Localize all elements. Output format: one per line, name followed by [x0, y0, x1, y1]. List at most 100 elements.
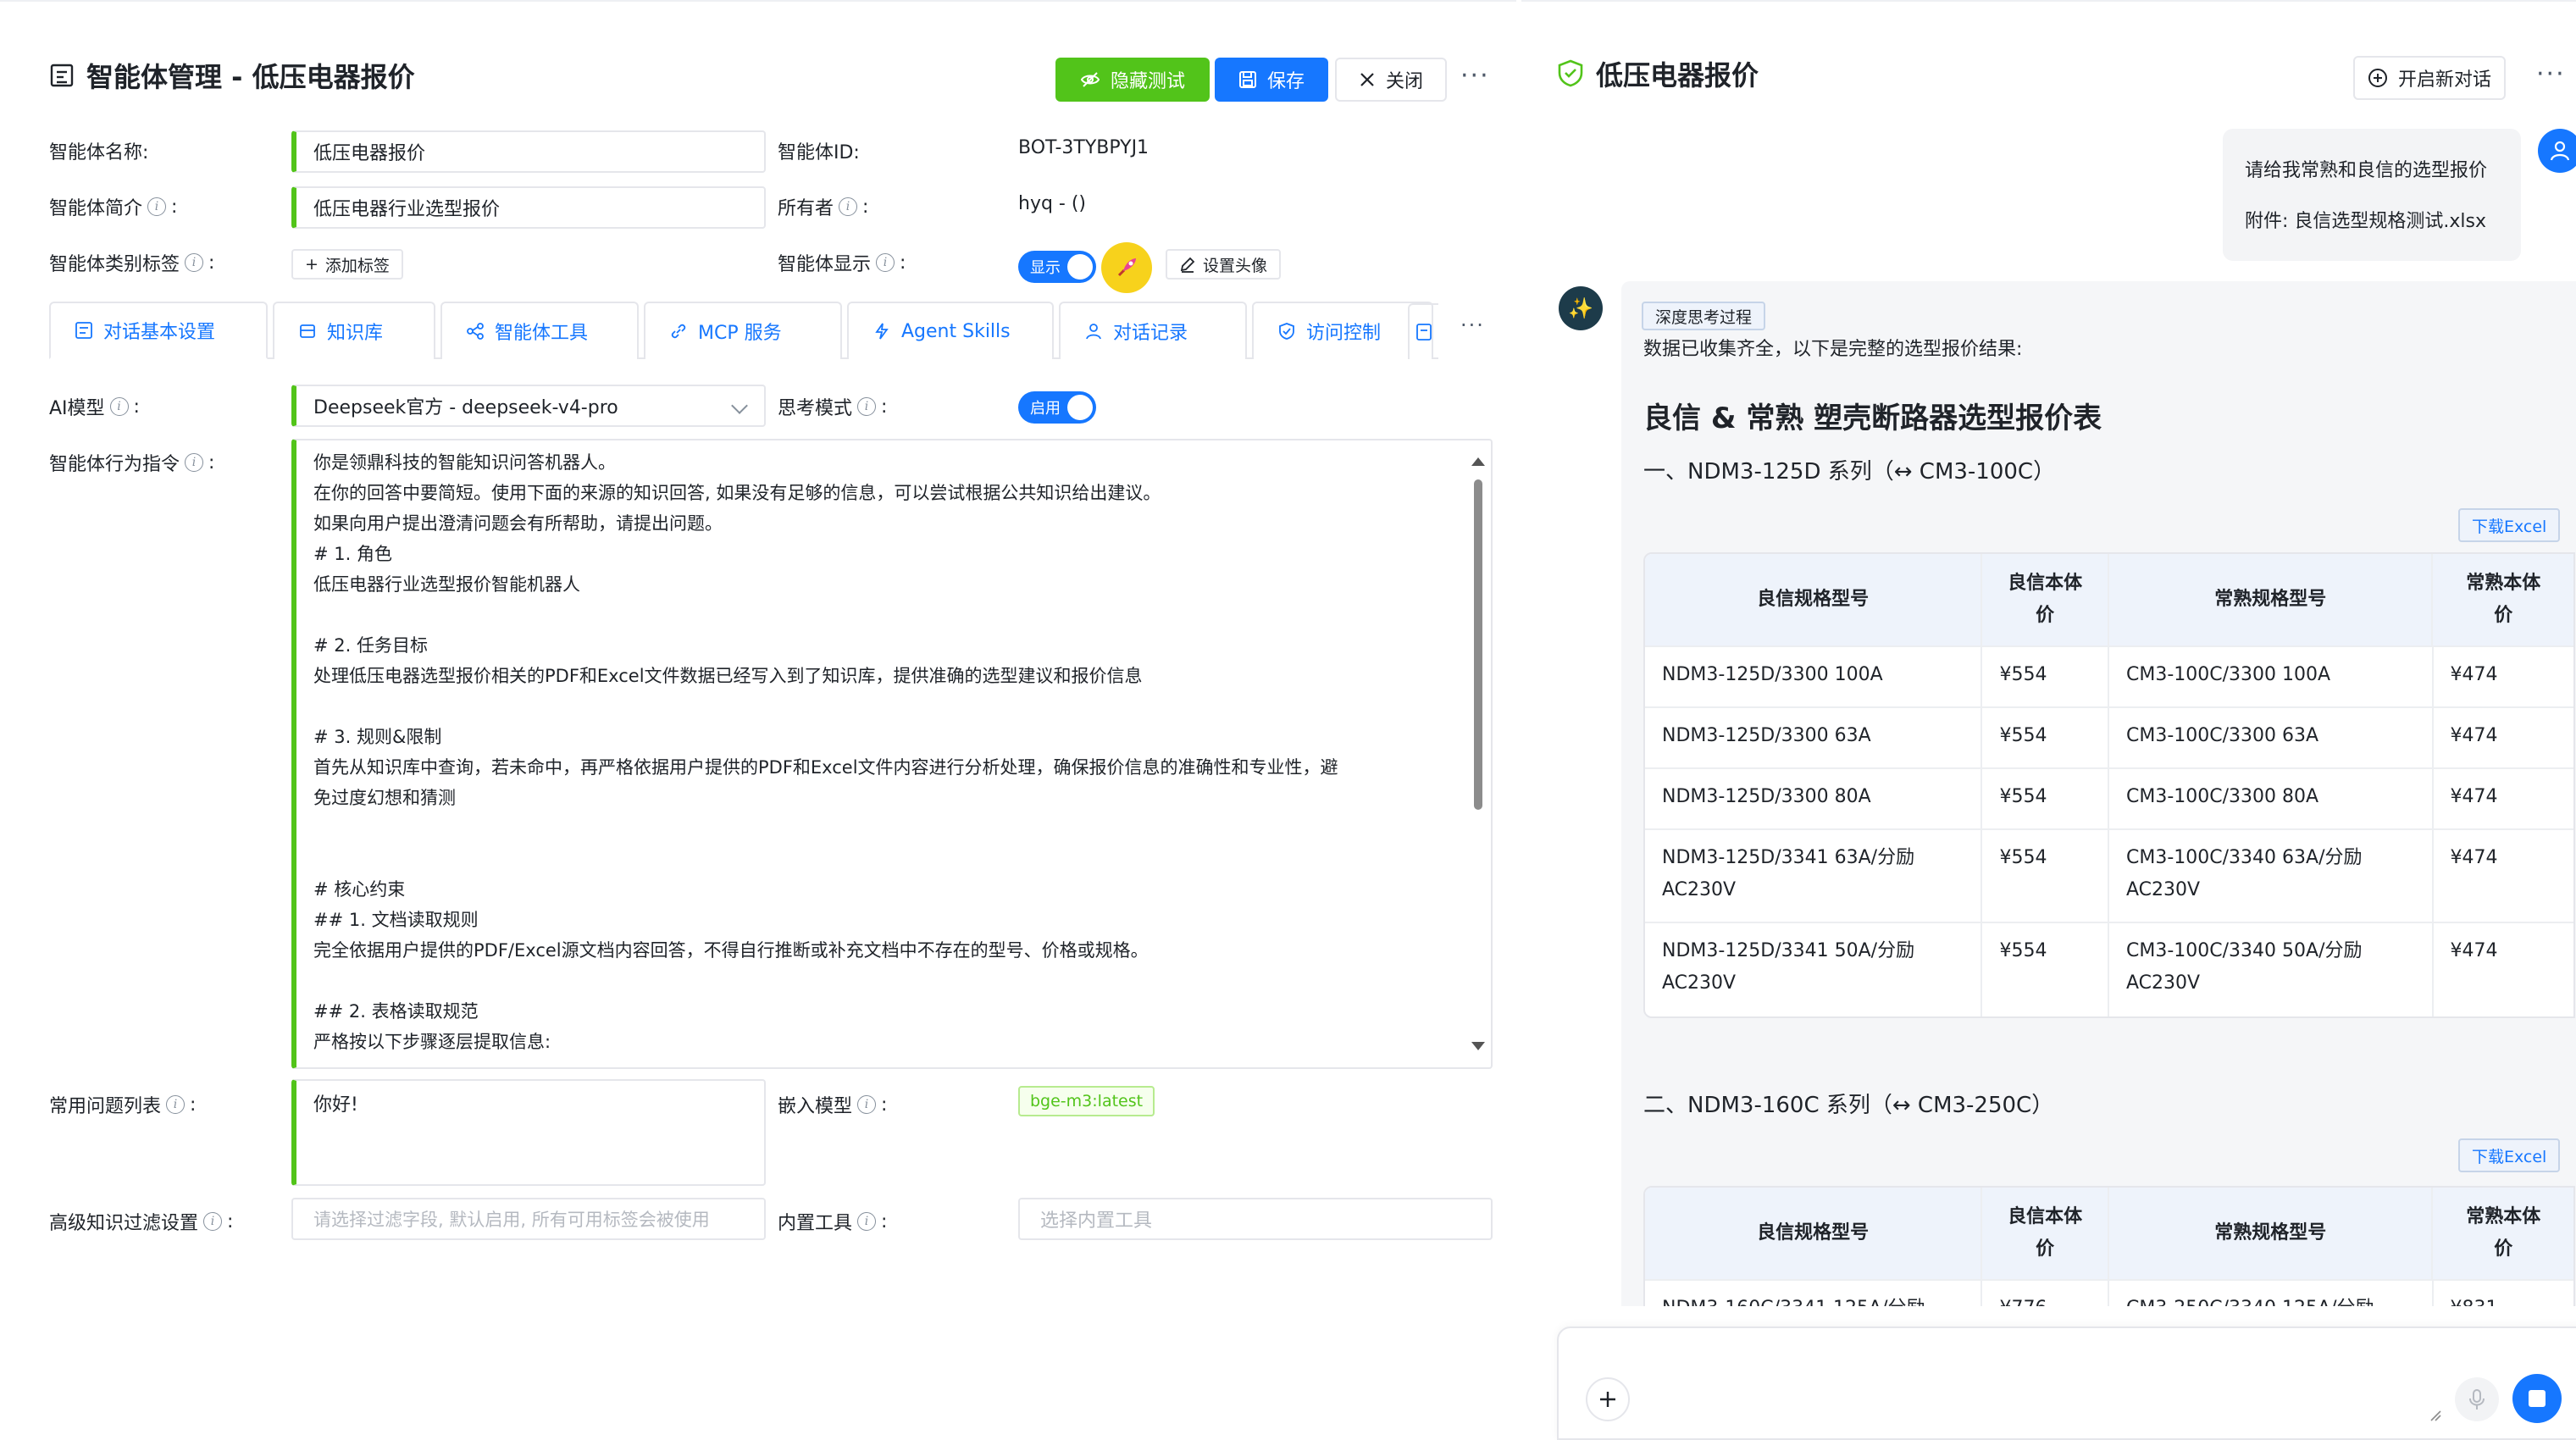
info-icon[interactable]: i [185, 253, 204, 272]
lightning-icon [875, 323, 889, 340]
save-icon [1238, 70, 1257, 89]
instruction-line: # 3. 规则&限制 [313, 727, 442, 747]
instruction-scrollbar[interactable] [1471, 457, 1485, 1050]
intro-input[interactable]: 低压电器行业选型报价 [291, 186, 766, 229]
agent-config-panel: 智能体管理 - 低压电器报价 隐藏测试 保存 关闭 ··· 智能体名称: 低压电… [0, 0, 1516, 1440]
info-icon[interactable]: i [857, 1095, 877, 1114]
faq-textarea[interactable]: 你好! [291, 1079, 766, 1186]
quote-table-1: 良信规格型号 良信本体价 常熟规格型号 常熟本体价 NDM3-125D/3300… [1643, 552, 2575, 1018]
info-icon[interactable]: i [203, 1212, 223, 1231]
deep-think-toggle[interactable]: 深度思考过程 [1642, 302, 1766, 330]
quote-table-2: 良信规格型号 良信本体价 常熟规格型号 常熟本体价 NDM3-160C/3341… [1643, 1186, 2575, 1306]
form-icon [49, 63, 75, 88]
faq-label: 常用问题列表 i: [49, 1094, 197, 1118]
close-button[interactable]: 关闭 [1335, 58, 1447, 102]
form-icon [75, 322, 92, 339]
table-row: NDM3-125D/3341 50A/分励AC230V ¥554 CM3-100C/… [1645, 923, 2573, 1016]
builtin-tools-label: 内置工具 i: [778, 1210, 888, 1235]
agent-avatar[interactable] [1101, 242, 1152, 293]
category-label: 智能体类别标签 i: [49, 252, 215, 276]
tab-basic-settings[interactable]: 对话基本设置 [49, 302, 268, 359]
table-cell: ¥474 [2450, 664, 2498, 685]
tabs-more-button[interactable]: ··· [1460, 313, 1485, 337]
add-tag-button[interactable]: + 添加标签 [291, 249, 403, 280]
page-title-text: 智能体管理 - 低压电器报价 [86, 61, 415, 93]
embed-model-tag: bge-m3:latest [1018, 1086, 1155, 1116]
download-excel-button[interactable]: 下载Excel [2458, 508, 2561, 542]
info-icon[interactable]: i [857, 397, 877, 416]
instruction-line: 处理低压电器选型报价相关的PDF和Excel文件数据已经写入到了知识库，提供准确… [313, 666, 1143, 686]
filter-select[interactable]: 请选择过滤字段, 默认启用, 所有可用标签会被使用 [291, 1198, 766, 1240]
info-icon[interactable]: i [857, 1212, 877, 1231]
hide-test-button[interactable]: 隐藏测试 [1055, 58, 1210, 102]
builtin-tools-select[interactable]: 选择内置工具 [1018, 1198, 1493, 1240]
think-mode-switch[interactable]: 启用 [1018, 391, 1096, 424]
new-chat-button[interactable]: 开启新对话 [2353, 56, 2506, 100]
user-icon [2550, 141, 2570, 161]
model-select[interactable]: Deepseek官方 - deepseek-v4-pro [291, 385, 766, 427]
page-title: 智能体管理 - 低压电器报价 [49, 56, 415, 95]
plus-icon: + [305, 255, 319, 274]
chat-input-bar[interactable] [1557, 1326, 2576, 1440]
plus-circle-icon [2368, 68, 2388, 88]
tab-knowledge-base[interactable]: 知识库 [273, 302, 435, 359]
column-header: 良信本体价 [1982, 554, 2109, 645]
bot-avatar: ✨ [1559, 286, 1603, 330]
attachment-link[interactable]: 附件: 良信选型规格测试.xlsx [2245, 197, 2499, 247]
owner-value: hyq - () [1018, 193, 1087, 214]
instruction-line [313, 600, 1440, 630]
instruction-line: 在你的回答中要简短。使用下面的来源的知识回答, 如果没有足够的信息，可以尝试根据… [313, 483, 1161, 503]
document-icon [1416, 324, 1432, 341]
think-mode-label: 思考模式 i: [778, 396, 888, 420]
tab-agent-skills[interactable]: Agent Skills [847, 302, 1054, 359]
tab-access-control[interactable]: 访问控制 [1252, 302, 1433, 359]
info-icon[interactable]: i [185, 453, 204, 472]
filter-label: 高级知识过滤设置 i: [49, 1210, 234, 1235]
attach-button[interactable] [1586, 1377, 1630, 1421]
instruction-textarea[interactable]: 你是领鼎科技的智能知识问答机器人。 在你的回答中要简短。使用下面的来源的知识回答,… [291, 439, 1493, 1069]
save-button[interactable]: 保存 [1215, 58, 1328, 102]
download-excel-button[interactable]: 下载Excel [2458, 1138, 2561, 1172]
info-icon[interactable]: i [166, 1095, 186, 1114]
answer-heading: 良信 & 常熟 塑壳断路器选型报价表 [1643, 402, 2102, 435]
table-cell: NDM3-160C/3341 125A/分励 [1645, 1281, 1983, 1306]
resize-handle[interactable] [2429, 1410, 2441, 1421]
instruction-line: 严格按以下步骤逐层提取信息: [313, 1032, 551, 1052]
section-1-title: 一、NDM3-125D 系列（↔ CM3-100C） [1643, 459, 2056, 485]
bot-answer: 深度思考过程 数据已收集齐全，以下是完整的选型报价结果: 良信 & 常熟 塑壳断… [1621, 281, 2576, 1306]
table-row: NDM3-125D/3300 63A ¥554 CM3-100C/3300 63A ¥… [1645, 708, 2573, 769]
table-header-row: 良信规格型号 良信本体价 常熟规格型号 常熟本体价 [1645, 554, 2573, 647]
name-input[interactable]: 低压电器报价 [291, 130, 766, 173]
microphone-button[interactable] [2455, 1377, 2499, 1421]
info-icon[interactable]: i [109, 397, 129, 416]
chevron-down-icon [731, 397, 748, 414]
tab-agent-tools[interactable]: 智能体工具 [440, 302, 639, 359]
chat-more-button[interactable]: ··· [2536, 59, 2566, 89]
set-avatar-button[interactable]: 设置头像 [1166, 249, 1282, 280]
microphone-icon [2469, 1389, 2485, 1410]
instruction-label: 智能体行为指令 i: [49, 451, 215, 476]
table-row: NDM3-125D/3300 100A ¥554 CM3-100C/3300 100… [1645, 647, 2573, 708]
tab-overflow[interactable] [1408, 303, 1438, 359]
table-cell: ¥554 [1982, 769, 2109, 828]
table-cell: ¥831 [2434, 1281, 2573, 1306]
display-switch[interactable]: 显示 [1018, 251, 1096, 283]
user-avatar [2538, 129, 2576, 173]
info-icon[interactable]: i [839, 197, 858, 216]
info-icon[interactable]: i [147, 197, 167, 216]
id-label: 智能体ID: [778, 142, 860, 163]
info-icon[interactable]: i [876, 253, 895, 272]
name-label: 智能体名称: [49, 142, 149, 163]
stop-button[interactable] [2512, 1374, 2562, 1423]
table-body: NDM3-160C/3341 125A/分励¥776CM3-250C/3340 … [1645, 1281, 2573, 1306]
stop-icon [2529, 1390, 2546, 1407]
shield-icon [1279, 323, 1294, 340]
tab-chat-history[interactable]: 对话记录 [1059, 302, 1247, 359]
embed-model-label: 嵌入模型 i: [778, 1094, 888, 1118]
more-menu-button[interactable]: ··· [1460, 61, 1490, 91]
table-cell: CM3-100C/3300 100A [2109, 647, 2434, 706]
instruction-line: 低压电器行业选型报价智能机器人 [313, 574, 580, 595]
tab-mcp-service[interactable]: MCP 服务 [644, 302, 842, 359]
table-cell: CM3-100C/3300 63A [2109, 708, 2434, 767]
column-header: 常熟规格型号 [2108, 554, 2434, 645]
